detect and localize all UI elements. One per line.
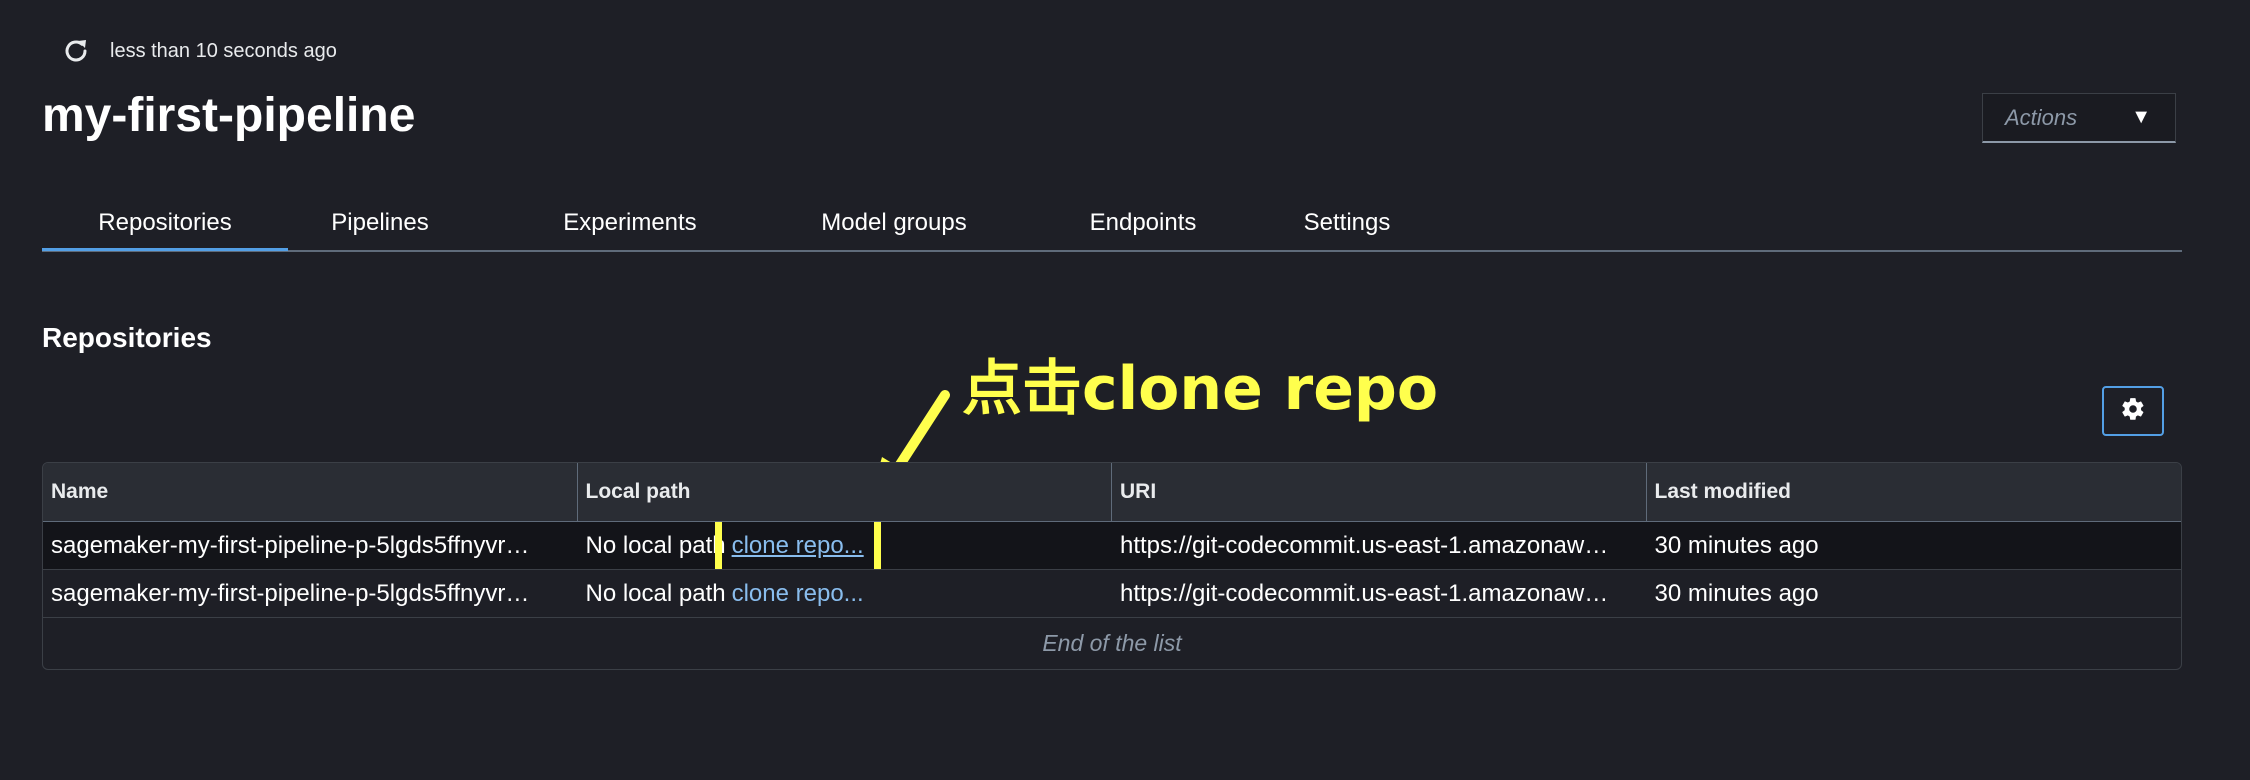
refresh-icon[interactable]	[60, 35, 92, 67]
tab-experiments[interactable]: Experiments	[550, 198, 710, 248]
cell-last-modified: 30 minutes ago	[1654, 579, 1819, 607]
column-header-last-modified[interactable]: Last modified	[1647, 463, 2182, 521]
column-header-local-path[interactable]: Local path	[578, 463, 1112, 521]
cell-last-modified: 30 minutes ago	[1654, 531, 1819, 559]
repo-name: sagemaker-my-first-pipeline-p-5lgds5ffny…	[51, 579, 530, 607]
actions-label: Actions	[2005, 104, 2078, 130]
clone-repo-link[interactable]: clone repo...	[714, 522, 881, 569]
end-of-list-text: End of the list	[1042, 629, 1182, 656]
annotation-label: 点击clone repo	[962, 354, 1439, 424]
tab-model-groups[interactable]: Model groups	[794, 198, 994, 248]
clone-repo-link[interactable]: clone repo...	[732, 580, 864, 608]
local-path-text: No local path	[585, 531, 726, 559]
cell-name: sagemaker-my-first-pipeline-p-5lgds5ffny…	[43, 570, 578, 617]
gear-icon	[2120, 396, 2146, 427]
section-title: Repositories	[42, 322, 212, 353]
column-header-uri[interactable]: URI	[1112, 463, 1647, 521]
actions-dropdown[interactable]: Actions ▼	[1982, 93, 2176, 143]
local-path-text: No local path	[585, 579, 726, 607]
page-title: my-first-pipeline	[42, 89, 416, 142]
cell-uri: https://git-codecommit.us-east-1.amazona…	[1112, 522, 1647, 569]
repositories-table: Name Local path URI Last modified sagema…	[42, 462, 2182, 670]
refresh-status: less than 10 seconds ago	[60, 34, 337, 68]
column-header-name[interactable]: Name	[43, 463, 578, 521]
repo-uri: https://git-codecommit.us-east-1.amazona…	[1120, 531, 1609, 559]
table-settings-button[interactable]	[2102, 386, 2164, 436]
cell-name: sagemaker-my-first-pipeline-p-5lgds5ffny…	[43, 522, 578, 569]
tab-pipelines[interactable]: Pipelines	[310, 198, 450, 248]
table-header: Name Local path URI Last modified	[43, 463, 2181, 522]
tab-repositories[interactable]: Repositories	[42, 198, 288, 251]
repo-name: sagemaker-my-first-pipeline-p-5lgds5ffny…	[51, 531, 530, 559]
cell-uri: https://git-codecommit.us-east-1.amazona…	[1112, 570, 1647, 617]
table-row[interactable]: sagemaker-my-first-pipeline-p-5lgds5ffny…	[43, 570, 2181, 618]
repo-uri: https://git-codecommit.us-east-1.amazona…	[1120, 579, 1609, 607]
caret-down-icon: ▼	[2131, 106, 2151, 128]
cell-local-path: No local path clone repo...	[578, 570, 1113, 617]
tab-endpoints[interactable]: Endpoints	[1058, 198, 1228, 248]
table-row[interactable]: sagemaker-my-first-pipeline-p-5lgds5ffny…	[43, 522, 2181, 570]
cell-local-path: No local path clone repo...	[578, 522, 1113, 569]
tab-settings[interactable]: Settings	[1282, 198, 1412, 248]
last-refresh-text: less than 10 seconds ago	[110, 39, 337, 62]
tab-bar: Repositories Pipelines Experiments Model…	[42, 198, 2182, 252]
